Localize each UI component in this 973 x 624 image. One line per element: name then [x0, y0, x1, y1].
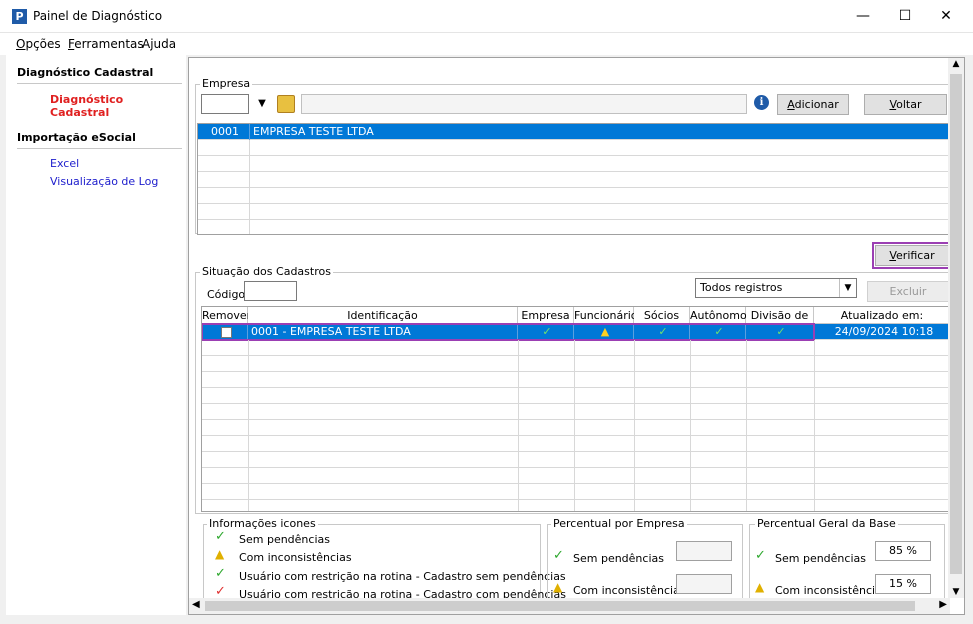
add-button[interactable]: Adicionar	[777, 94, 849, 115]
table-row	[198, 188, 949, 204]
situacao-grid: Remover Identificação Empresa Funcionári…	[201, 306, 950, 512]
empresa-name-cell: EMPRESA TESTE LTDA	[253, 125, 374, 138]
table-row	[198, 172, 949, 188]
col-header-socios[interactable]: Sócios	[634, 307, 690, 324]
col-header-divisao-rh[interactable]: Divisão de RH	[746, 307, 814, 339]
maximize-button[interactable]: ☐	[885, 6, 925, 26]
percent-empresa-ok-label: Sem pendências	[573, 552, 664, 565]
menu-opcoes[interactable]: Opções	[16, 37, 61, 51]
scroll-left-icon[interactable]: ◀	[192, 599, 200, 610]
table-row	[202, 420, 949, 436]
percent-base-warn-label: Com inconsistências	[775, 584, 888, 597]
table-row	[198, 204, 949, 220]
table-row	[202, 372, 949, 388]
percent-base-ok-label: Sem pendências	[775, 552, 866, 565]
filter-select[interactable]: Todos registros ▼	[695, 278, 857, 298]
empresa-grid: 0001 EMPRESA TESTE LTDA	[197, 123, 950, 235]
vertical-scroll-thumb[interactable]	[950, 74, 962, 574]
empresa-name-field	[301, 94, 747, 114]
verify-button[interactable]: Verificar	[872, 242, 952, 269]
sidebar-divider	[17, 83, 182, 84]
table-row	[202, 484, 949, 500]
scroll-right-icon[interactable]: ▶	[939, 599, 947, 610]
delete-button[interactable]: Excluir	[867, 281, 949, 302]
empresa-row[interactable]: 0001 EMPRESA TESTE LTDA	[198, 124, 949, 140]
filter-select-value: Todos registros	[700, 281, 783, 294]
table-row	[198, 156, 949, 172]
situacao-group-title: Situação dos Cadastros	[200, 265, 333, 278]
info-icon[interactable]: i	[754, 95, 769, 110]
col-header-autonomos[interactable]: Autônomos	[690, 307, 752, 324]
table-row	[202, 356, 949, 372]
table-row	[198, 140, 949, 156]
percent-base-ok-value: 85 %	[875, 541, 931, 561]
warning-icon: ▲	[755, 580, 765, 594]
back-button[interactable]: Voltar	[864, 94, 947, 115]
percent-empresa-ok-field	[676, 541, 732, 561]
table-row	[202, 436, 949, 452]
percent-empresa-warn-label: Com inconsistências	[573, 584, 686, 597]
horizontal-scrollbar[interactable]: ◀ ▶	[189, 598, 950, 614]
scroll-down-icon[interactable]: ▼	[948, 587, 964, 597]
empresa-dropdown-icon[interactable]: ▼	[253, 94, 271, 114]
minimize-button[interactable]: —	[843, 6, 883, 26]
empresa-group-title: Empresa	[200, 77, 253, 90]
col-header-empresa[interactable]: Empresa	[518, 307, 574, 324]
legend-warn-label: Com inconsistências	[239, 551, 352, 564]
check-icon: ✓	[755, 548, 766, 563]
menu-ferramentas[interactable]: Ferramentas	[68, 37, 144, 51]
warning-icon: ▲	[553, 580, 563, 594]
table-row	[202, 388, 949, 404]
table-row	[202, 452, 949, 468]
atualizado-cell: 24/09/2024 10:18	[834, 325, 934, 338]
percent-base-warn-value: 15 %	[875, 574, 931, 594]
sidebar-item-diagnostico-cadastral[interactable]: Diagnóstico Cadastral	[50, 93, 186, 119]
app-window: P Painel de Diagnóstico — ☐ ✕ Opções Fer…	[0, 0, 973, 624]
sidebar-item-visualizacao-log[interactable]: Visualização de Log	[50, 175, 158, 188]
col-header-atualizado[interactable]: Atualizado em:	[814, 307, 949, 324]
check-icon: ✓	[215, 529, 226, 544]
legend-ok-label: Sem pendências	[239, 533, 330, 546]
legend-restricted-ok-label: Usuário com restrição na rotina - Cadast…	[239, 570, 566, 583]
empresa-code-cell: 0001	[198, 124, 250, 140]
menu-bar: Opções Ferramentas Ajuda	[0, 33, 973, 55]
code-input[interactable]	[244, 281, 297, 301]
main-panel: Empresa ▼ i Adicionar Voltar 0001 EMPRES…	[188, 57, 965, 615]
percent-empresa-warn-field	[676, 574, 732, 594]
user-restricted-pending-icon: ✓	[215, 584, 226, 599]
title-bar: P Painel de Diagnóstico — ☐ ✕	[0, 0, 973, 33]
warning-icon: ▲	[215, 547, 225, 561]
horizontal-scroll-thumb[interactable]	[205, 601, 915, 611]
sidebar-divider	[17, 148, 182, 149]
app-logo-icon: P	[12, 9, 27, 24]
check-icon: ✓	[553, 548, 564, 563]
menu-ajuda[interactable]: Ajuda	[142, 37, 176, 51]
code-label: Código:	[207, 288, 249, 301]
scroll-up-icon[interactable]: ▲	[948, 59, 964, 69]
sidebar-section-importacao: Importação eSocial	[17, 131, 136, 144]
chevron-down-icon[interactable]: ▼	[839, 279, 856, 297]
table-row	[202, 340, 949, 356]
vertical-scrollbar[interactable]: ▲ ▼	[948, 58, 964, 598]
col-header-identificacao[interactable]: Identificação	[248, 307, 518, 324]
sidebar: Diagnóstico Cadastral Diagnóstico Cadast…	[6, 55, 186, 615]
table-row	[202, 404, 949, 420]
table-row	[202, 468, 949, 484]
company-search-icon[interactable]	[277, 95, 295, 113]
sidebar-item-excel[interactable]: Excel	[50, 157, 79, 170]
table-row	[198, 220, 949, 234]
row-highlight	[202, 323, 815, 341]
user-restricted-ok-icon: ✓	[215, 566, 226, 581]
sidebar-section-diagnostico: Diagnóstico Cadastral	[17, 66, 154, 79]
window-title: Painel de Diagnóstico	[33, 9, 163, 23]
col-header-funcionarios[interactable]: Funcionários	[574, 307, 643, 324]
col-header-remover[interactable]: Remover	[202, 307, 251, 324]
close-button[interactable]: ✕	[926, 6, 966, 26]
percent-empresa-title: Percentual por Empresa	[551, 517, 687, 530]
empresa-code-input[interactable]	[201, 94, 249, 114]
percent-base-title: Percentual Geral da Base	[755, 517, 898, 530]
